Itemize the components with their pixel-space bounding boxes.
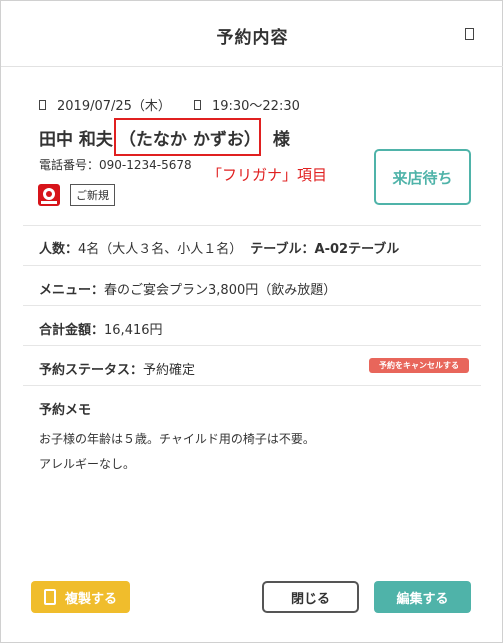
gurunavi-icon bbox=[38, 184, 60, 206]
source-badges: ご新規 bbox=[38, 184, 115, 206]
kana-highlight-box bbox=[114, 118, 261, 156]
clock-icon bbox=[193, 99, 201, 110]
divider bbox=[23, 225, 481, 226]
status-row: 予約ステータス：予約確定 bbox=[39, 359, 195, 378]
reservation-dialog: 予約内容 2019/07/25（木） 19:30〜22:30 田中 和夫 （たなか… bbox=[0, 0, 503, 643]
menu-label: メニュー： bbox=[39, 283, 105, 298]
divider bbox=[23, 265, 481, 266]
divider bbox=[23, 345, 481, 346]
status-label: 予約ステータス： bbox=[39, 363, 144, 378]
reservation-time: 19:30〜22:30 bbox=[211, 99, 300, 114]
people-label: 人数： bbox=[39, 242, 79, 257]
total-label: 合計金額： bbox=[39, 323, 105, 338]
visit-status-button[interactable]: 来店待ち bbox=[374, 149, 471, 205]
menu-value: 春のご宴会プラン3,800円（飲み放題） bbox=[104, 283, 337, 298]
close-button[interactable]: 閉じる bbox=[262, 581, 359, 613]
divider bbox=[23, 305, 481, 306]
honorific: 様 bbox=[272, 130, 290, 150]
phone-number: 電話番号：090-1234-5678 bbox=[39, 158, 192, 172]
memo-line: アレルギーなし。 bbox=[39, 457, 136, 471]
duplicate-button[interactable]: 複製する bbox=[31, 581, 130, 613]
memo-title: 予約メモ bbox=[39, 403, 92, 418]
total-value: 16,416円 bbox=[104, 323, 163, 338]
close-icon[interactable] bbox=[465, 28, 474, 40]
customer-name-text: 田中 和夫 bbox=[39, 130, 113, 150]
people-value: 4名（大人３名、小人１名） bbox=[78, 242, 243, 257]
status-value: 予約確定 bbox=[143, 363, 196, 378]
cancel-reservation-button[interactable]: 予約をキャンセルする bbox=[369, 358, 469, 373]
new-customer-tag: ご新規 bbox=[70, 184, 115, 206]
table-value: A-02テーブル bbox=[314, 242, 400, 257]
menu-row: メニュー：春のご宴会プラン3,800円（飲み放題） bbox=[39, 279, 336, 298]
datetime-row: 2019/07/25（木） 19:30〜22:30 bbox=[39, 95, 300, 114]
duplicate-button-label: 複製する bbox=[64, 591, 117, 607]
calendar-icon bbox=[39, 99, 46, 110]
divider bbox=[23, 385, 481, 386]
copy-icon bbox=[43, 589, 56, 605]
reservation-date: 2019/07/25（木） bbox=[57, 99, 171, 114]
furigana-annotation: 「フリガナ」項目 bbox=[207, 166, 328, 184]
dialog-title: 予約内容 bbox=[216, 28, 289, 48]
people-table-row: 人数：4名（大人３名、小人１名） テーブル：A-02テーブル bbox=[39, 238, 399, 257]
memo-line: お子様の年齢は５歳。チャイルド用の椅子は不要。 bbox=[39, 432, 315, 446]
edit-button[interactable]: 編集する bbox=[374, 581, 471, 613]
total-row: 合計金額：16,416円 bbox=[39, 319, 163, 338]
dialog-header: 予約内容 bbox=[1, 1, 503, 67]
table-label: テーブル： bbox=[250, 242, 315, 257]
